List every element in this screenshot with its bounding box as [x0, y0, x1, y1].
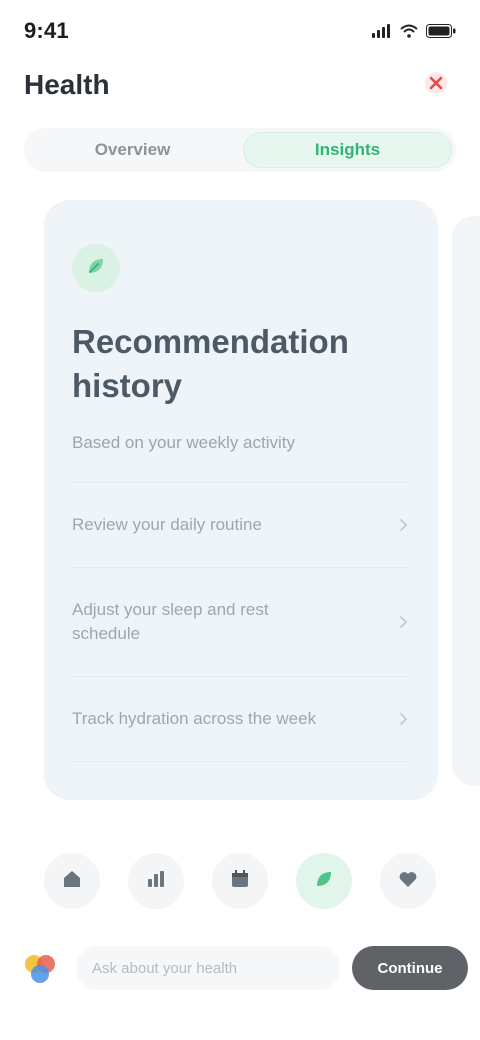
chevron-right-icon	[396, 615, 410, 629]
leaf-icon	[85, 255, 107, 282]
tab-insights[interactable]: Insights	[243, 132, 452, 168]
battery-icon	[426, 24, 456, 38]
close-icon	[424, 71, 448, 100]
option-label: Adjust your sleep and rest schedule	[72, 600, 269, 643]
home-icon	[60, 867, 84, 896]
header: Health	[24, 60, 456, 110]
option-item[interactable]: Adjust your sleep and rest schedule	[72, 568, 410, 677]
wifi-icon	[400, 24, 418, 38]
continue-button[interactable]: Continue	[352, 946, 468, 990]
page-title: Health	[24, 69, 110, 100]
status-bar: 9:41	[24, 12, 456, 50]
option-label: Track hydration across the week	[72, 709, 317, 728]
segmented-tabs: Overview Insights	[24, 128, 456, 172]
chevron-right-icon	[396, 712, 410, 726]
card-title: Recommendation history	[72, 323, 349, 404]
chart-icon	[144, 867, 168, 896]
home-button[interactable]	[44, 853, 100, 909]
option-list: Review your daily routine Adjust your sl…	[72, 482, 410, 762]
chevron-right-icon	[396, 518, 410, 532]
option-label: Review your daily routine	[72, 515, 262, 534]
close-button[interactable]	[416, 65, 456, 105]
option-item[interactable]: Review your daily routine	[72, 483, 410, 568]
heart-icon	[396, 867, 420, 896]
calendar-button[interactable]	[212, 853, 268, 909]
leaf-button[interactable]	[296, 853, 352, 909]
brand-logo	[16, 944, 64, 992]
prompt-input[interactable]: Ask about your health	[76, 946, 340, 990]
next-card-peek[interactable]	[452, 216, 480, 786]
option-item[interactable]: Track hydration across the week	[72, 677, 410, 762]
app-screen: 9:41 Health Overview Insights Recommenda…	[0, 0, 480, 1040]
heart-button[interactable]	[380, 853, 436, 909]
status-time: 9:41	[24, 18, 69, 43]
recommendation-card[interactable]: Recommendation history Based on your wee…	[44, 200, 438, 800]
calendar-icon	[228, 867, 252, 896]
bottom-row: Ask about your health Continue	[16, 940, 468, 996]
bottom-toolbar	[44, 846, 436, 916]
tab-overview[interactable]: Overview	[28, 132, 237, 168]
leaf-icon	[312, 867, 336, 896]
card-subtitle: Based on your weekly activity	[72, 433, 295, 452]
signal-icon	[372, 24, 392, 38]
card-badge	[72, 244, 120, 292]
chart-button[interactable]	[128, 853, 184, 909]
status-icons	[372, 24, 456, 38]
